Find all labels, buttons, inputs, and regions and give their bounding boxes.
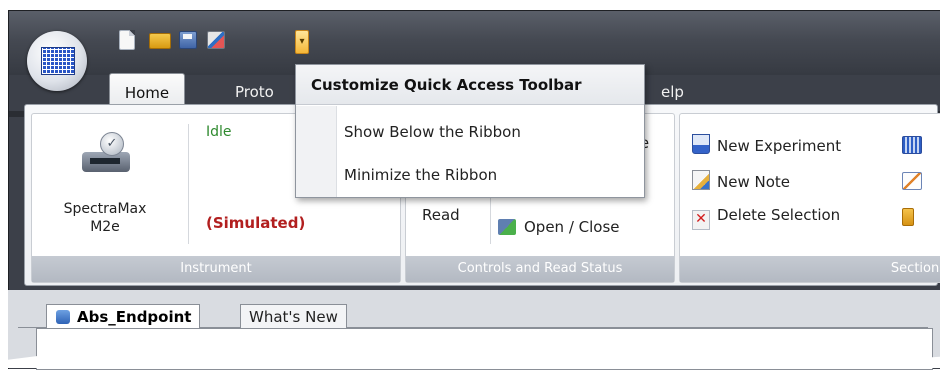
instrument-icon[interactable]: ✓ <box>76 130 138 178</box>
delete-selection-button[interactable]: ✕ Delete Selection <box>692 206 840 230</box>
read-button[interactable]: Read <box>422 206 460 224</box>
print-icon[interactable] <box>207 31 225 49</box>
new-note-button[interactable]: New Note <box>692 170 790 191</box>
save-icon[interactable] <box>179 31 197 49</box>
menu-item-show-below-ribbon[interactable]: Show Below the Ribbon <box>344 121 521 143</box>
application-button[interactable] <box>27 31 87 91</box>
new-document-icon[interactable] <box>119 30 135 50</box>
instrument-screen-shape <box>90 158 120 164</box>
menu-icon-gutter <box>296 106 337 197</box>
new-note-label: New Note <box>717 173 790 191</box>
instrument-name[interactable]: SpectraMax M2e <box>40 200 170 236</box>
group-sections: New Experiment New Note ✕ Delete Selectio… <box>679 113 940 283</box>
instrument-name-line1: SpectraMax <box>63 201 147 217</box>
instrument-name-line2: M2e <box>90 219 120 235</box>
beaker-icon <box>692 134 710 154</box>
document-tab-whats-new[interactable]: What's New <box>240 304 347 329</box>
open-close-label: Open / Close <box>524 218 620 236</box>
document-tab-abs-endpoint[interactable]: Abs_Endpoint <box>46 304 201 329</box>
graph-section-icon[interactable] <box>902 172 922 190</box>
status-simulated: (Simulated) <box>206 214 306 232</box>
delete-icon: ✕ <box>692 210 710 230</box>
customize-qat-menu: Customize Quick Access Toolbar Show Belo… <box>295 64 645 198</box>
menu-item-minimize-ribbon[interactable]: Minimize the Ribbon <box>344 164 497 186</box>
new-experiment-button[interactable]: New Experiment <box>692 134 841 155</box>
group-label-instrument: Instrument <box>32 256 400 282</box>
note-icon <box>692 170 710 190</box>
open-close-button[interactable]: Open / Close <box>498 218 620 236</box>
new-experiment-label: New Experiment <box>717 137 842 155</box>
open-folder-icon[interactable] <box>149 33 171 49</box>
menu-title: Customize Quick Access Toolbar <box>296 65 644 105</box>
cuvette-section-icon[interactable] <box>902 208 914 226</box>
group-label-sections: Sections <box>680 256 940 282</box>
delete-selection-label: Delete Selection <box>717 206 841 224</box>
customize-toolbar-button[interactable]: ▾ <box>295 30 309 54</box>
check-icon: ✓ <box>100 132 124 156</box>
plate-section-icon[interactable] <box>902 136 922 154</box>
status-idle: Idle <box>206 124 232 140</box>
group-label-controls: Controls and Read Status <box>406 256 674 282</box>
open-close-icon <box>498 219 516 235</box>
group-separator <box>188 124 189 244</box>
microplate-icon <box>41 47 75 75</box>
